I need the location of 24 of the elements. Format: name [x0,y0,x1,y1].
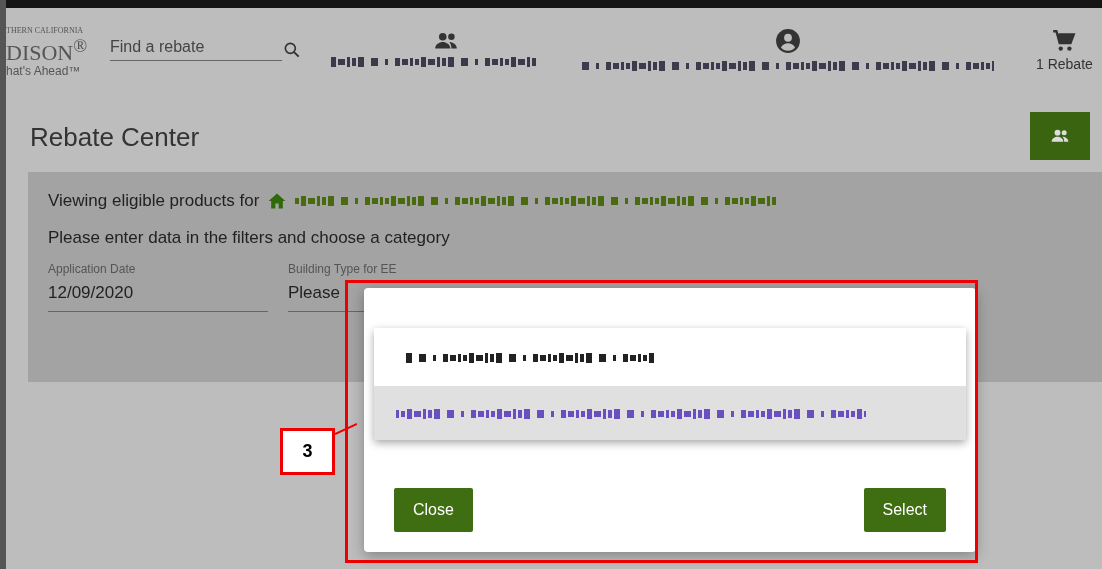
home-icon [267,191,288,211]
dialog-button[interactable]: Close [394,488,473,532]
leader-line [335,423,357,435]
field-label: Application Date [48,262,137,276]
people-icon [1050,129,1070,143]
cart-label[interactable]: 1 Rebate [1036,56,1093,72]
search-field[interactable]: Find a rebate [110,38,282,61]
page-title: Rebate Center [30,122,200,153]
callout-label: 3 [280,428,335,475]
logo-tagline: THERN CALIFORNIA [6,26,85,35]
logo-name: DISON$^{®}$ [6,35,89,65]
dropdown-option[interactable] [374,328,966,386]
instructions-text: Please enter data in the filters and choose a category [48,228,451,248]
filter-field[interactable]: Application Date 12/09/2020 [48,262,268,312]
eligibility-text: Viewing eligible products for [48,191,260,211]
accounts-button[interactable] [1030,112,1090,160]
field-value: Please [288,283,341,303]
people-icon[interactable] [433,32,459,50]
field-label: Building Type for EE [288,262,398,276]
logo-slogan: hat's Ahead™ [6,64,82,79]
dialog-button[interactable]: Select [863,488,946,532]
account-icon[interactable] [775,28,801,54]
field-value: 12/09/2020 [48,283,135,303]
cart-icon[interactable] [1051,28,1078,54]
